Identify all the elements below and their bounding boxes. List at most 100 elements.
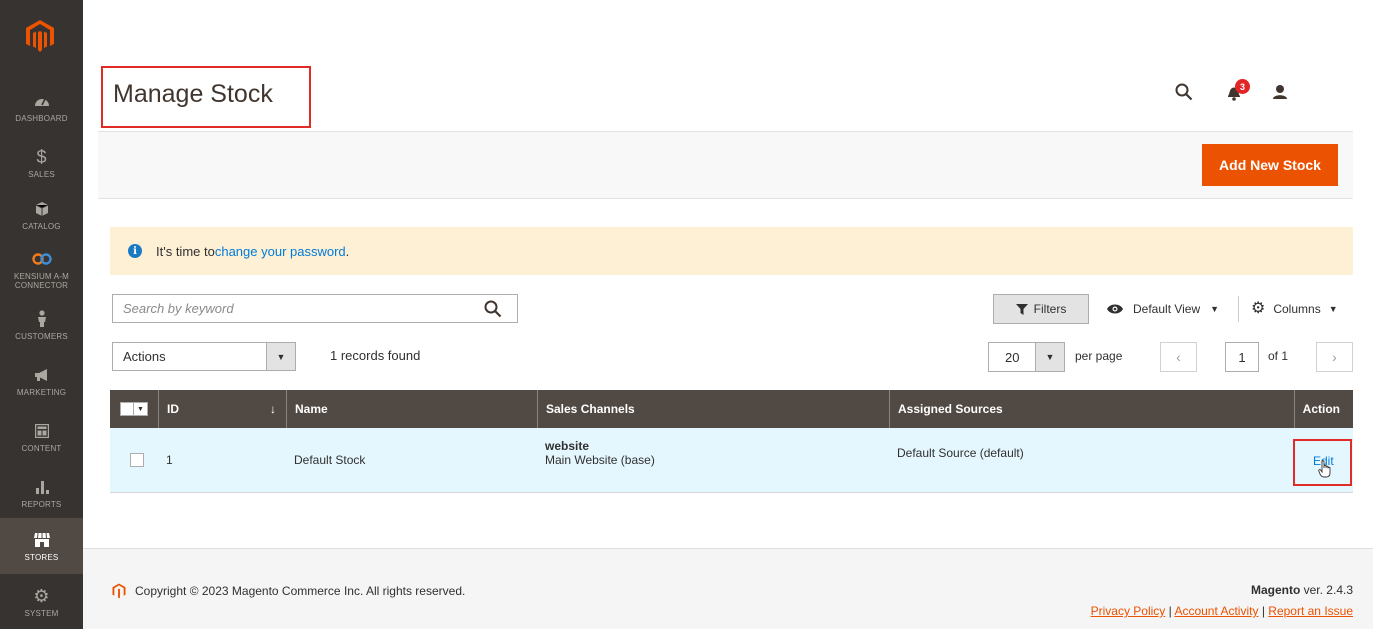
view-label: Default View: [1133, 302, 1201, 316]
infinity-icon: [31, 249, 52, 269]
cell-sales-channels: website Main Website (base): [537, 428, 889, 493]
caret-down-icon: ▼: [134, 402, 148, 416]
sidebar-item-label: CUSTOMERS: [15, 332, 68, 341]
columns-dropdown[interactable]: ⚙ Columns ▼: [1251, 299, 1338, 319]
sidebar-item-label: SYSTEM: [24, 609, 59, 618]
change-password-link[interactable]: change your password: [215, 244, 346, 259]
column-label: Name: [295, 402, 328, 416]
sidebar-item-label: CATALOG: [22, 222, 61, 231]
sidebar-item-label: CONTENT: [21, 444, 62, 453]
version-number: ver. 2.4.3: [1300, 583, 1353, 597]
sidebar-item-marketing[interactable]: MARKETING: [0, 352, 83, 410]
column-label: Action: [1302, 402, 1340, 416]
row-checkbox[interactable]: [130, 453, 144, 467]
bar-chart-icon: [34, 477, 50, 497]
sidebar-item-label: MARKETING: [16, 388, 67, 397]
mass-actions-select[interactable]: Actions ▼: [112, 342, 296, 371]
filter-icon: [1015, 303, 1028, 315]
columns-label: Columns: [1273, 302, 1321, 316]
gear-icon: ⚙: [1251, 300, 1266, 317]
sidebar-item-label: KENSIUM A-M CONNECTOR: [13, 271, 70, 290]
sort-arrow-icon: ↓: [270, 402, 276, 416]
per-page-label: per page: [1075, 349, 1123, 363]
cell-id: 1: [166, 453, 173, 467]
page-actions-bar: [98, 131, 1353, 199]
column-header-name[interactable]: Name: [286, 390, 537, 428]
column-header-sales-channels[interactable]: Sales Channels: [537, 390, 889, 428]
filters-label: Filters: [1033, 302, 1067, 316]
column-header-id[interactable]: ID ↓: [158, 390, 286, 428]
report-issue-link[interactable]: Report an Issue: [1268, 604, 1353, 618]
caret-down-icon: ▼: [1328, 304, 1338, 314]
version-info: Magento ver. 2.4.3: [1251, 583, 1353, 597]
sidebar-item-stores[interactable]: STORES: [0, 518, 83, 574]
per-page-select[interactable]: 20 ▼: [988, 342, 1065, 372]
search-icon[interactable]: [483, 299, 503, 319]
account-activity-link[interactable]: Account Activity: [1174, 604, 1258, 618]
next-page-button[interactable]: ›: [1316, 342, 1353, 372]
sidebar-item-reports[interactable]: REPORTS: [0, 464, 83, 522]
mass-select-checkbox[interactable]: ▼: [120, 402, 148, 416]
current-page-input[interactable]: [1225, 342, 1259, 372]
default-view-dropdown[interactable]: Default View ▼: [1107, 299, 1219, 319]
copyright: Copyright © 2023 Magento Commerce Inc. A…: [112, 583, 465, 599]
filters-button[interactable]: Filters: [993, 294, 1089, 324]
gear-icon: ⚙: [33, 586, 50, 606]
footer-links: Privacy Policy | Account Activity | Repo…: [1091, 604, 1353, 618]
person-icon: [36, 309, 48, 329]
layout-icon: [34, 421, 49, 441]
sidebar-item-system[interactable]: ⚙ SYSTEM: [0, 576, 83, 628]
notification-count-badge[interactable]: 3: [1235, 79, 1250, 94]
sidebar-item-kensium[interactable]: KENSIUM A-M CONNECTOR: [0, 240, 83, 298]
sidebar-item-customers[interactable]: CUSTOMERS: [0, 296, 83, 354]
sidebar-item-sales[interactable]: $ SALES: [0, 134, 83, 192]
copyright-text: Copyright © 2023 Magento Commerce Inc. A…: [135, 584, 466, 598]
search-input[interactable]: [113, 295, 473, 322]
dollar-icon: $: [36, 147, 47, 167]
actions-label: Actions: [123, 349, 166, 364]
user-icon[interactable]: [1268, 80, 1292, 104]
column-label: Sales Channels: [546, 402, 635, 416]
page-title: Manage Stock: [113, 80, 273, 108]
sidebar-item-label: SALES: [28, 170, 55, 179]
sidebar-item-label: STORES: [24, 553, 59, 562]
sidebar-item-label: REPORTS: [21, 500, 62, 509]
admin-sidebar: DASHBOARD $ SALES CATALOG KENSIUM A-M CO…: [0, 0, 83, 629]
dashboard-icon: [34, 91, 50, 111]
caret-down-icon: ▼: [266, 343, 295, 370]
records-found-count: 1 records found: [330, 348, 421, 363]
column-label: ID: [167, 402, 179, 416]
brand-name: Magento: [1250, 583, 1301, 597]
search-icon[interactable]: [1172, 80, 1196, 104]
add-new-stock-button[interactable]: Add New Stock: [1202, 144, 1338, 186]
info-icon: i: [128, 244, 142, 258]
cell-assigned-sources: Default Source (default): [897, 446, 1024, 460]
message-prefix: It's time to: [156, 243, 215, 259]
system-message: i It's time to change your password .: [110, 227, 1353, 275]
caret-down-icon: ▼: [1035, 343, 1064, 371]
keyword-search: [112, 294, 518, 323]
page-total-label: of 1: [1268, 349, 1289, 363]
checkbox-icon: [120, 402, 134, 416]
channel-detail: Main Website (base): [545, 453, 655, 467]
megaphone-icon: [33, 365, 51, 385]
column-header-assigned-sources[interactable]: Assigned Sources: [889, 390, 1294, 428]
table-row[interactable]: 1 Default Stock website Main Website (ba…: [110, 428, 1353, 493]
grid-header: ▼ ID ↓ Name Sales Channels Assigned Sour…: [110, 390, 1353, 428]
message-suffix: .: [345, 243, 350, 259]
sidebar-item-catalog[interactable]: CATALOG: [0, 186, 83, 244]
sidebar-item-dashboard[interactable]: DASHBOARD: [0, 78, 83, 136]
privacy-policy-link[interactable]: Privacy Policy: [1091, 604, 1166, 618]
magento-logo-icon: [112, 583, 126, 599]
sidebar-item-label: DASHBOARD: [15, 114, 68, 123]
store-icon: [33, 530, 51, 550]
per-page-value: 20: [1005, 349, 1020, 365]
column-header-action: Action: [1294, 390, 1353, 428]
hand-cursor-icon: [1318, 460, 1331, 478]
sidebar-item-content[interactable]: CONTENT: [0, 408, 83, 466]
magento-logo-icon[interactable]: [20, 16, 60, 56]
column-label: Assigned Sources: [898, 402, 1003, 416]
link-separator: |: [1258, 604, 1269, 618]
caret-down-icon: ▼: [1210, 304, 1220, 314]
previous-page-button[interactable]: ‹: [1160, 342, 1197, 372]
